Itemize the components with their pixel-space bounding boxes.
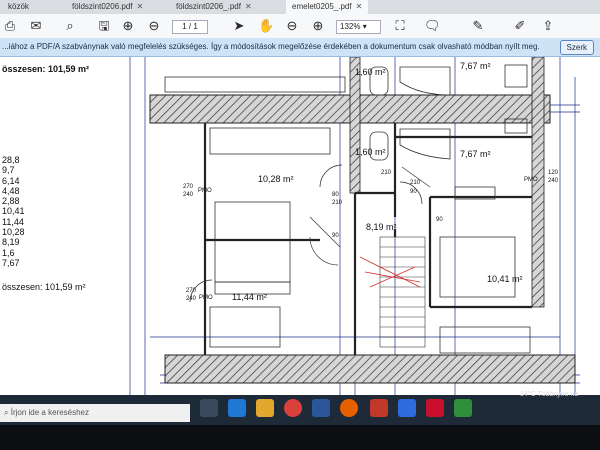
room-area-label: 7,67 m² <box>460 61 491 71</box>
pen-icon[interactable]: ✐ <box>512 18 528 34</box>
room-area-label: 7,67 m² <box>460 149 491 159</box>
tab-label: földszint0206.pdf <box>72 2 133 11</box>
sign-icon[interactable]: ✎ <box>470 18 486 34</box>
weather-widget[interactable]: 34°C Többnyire na <box>520 391 578 398</box>
chrome-icon[interactable] <box>284 399 302 417</box>
info-message: ...iához a PDF/A szabványnak való megfel… <box>2 42 540 51</box>
print-icon[interactable]: ⎙ <box>2 18 18 34</box>
zoom-in-icon[interactable]: ⊕ <box>310 18 326 34</box>
dimension-label: 210 <box>381 170 392 176</box>
cursor-select-icon[interactable]: ➤ <box>232 18 246 34</box>
page-total: / 1 <box>188 22 198 31</box>
zoom-value: 132% <box>340 22 361 31</box>
dimension-label: 120 <box>548 170 559 176</box>
total-area-bottom: összesen: 101,59 m² <box>2 282 86 292</box>
dimension-label: 90 <box>436 217 443 223</box>
tab-label: földszint0206_.pdf <box>176 2 241 11</box>
dimension-label: 80 <box>332 192 339 198</box>
area-value: 6,14 <box>2 175 20 186</box>
firefox-icon[interactable] <box>340 399 358 417</box>
taskbar-search[interactable]: ⌕ Írjon ide a kereséshez <box>0 404 190 422</box>
stair-direction-lines <box>359 256 421 288</box>
tab-bar: közök földszint0206.pdf ✕ földszint0206_.… <box>0 0 600 14</box>
edit-button[interactable]: Szerk <box>559 40 594 55</box>
page-number-input[interactable]: 1 / 1 <box>172 20 208 34</box>
tab-foldszint0206-copy[interactable]: földszint0206_.pdf ✕ <box>170 0 258 14</box>
dimension-label: 210 <box>410 180 421 186</box>
area-value: 1,6 <box>2 247 15 258</box>
page-current: 1 <box>182 22 187 31</box>
close-icon[interactable]: ✕ <box>356 2 363 11</box>
search-icon[interactable]: ⌕ <box>62 18 78 34</box>
read-only-info-bar: ...iához a PDF/A szabványnak való megfel… <box>0 38 600 57</box>
fit-page-icon[interactable]: ⛶ <box>392 18 408 34</box>
dimension-label: 90 <box>332 233 339 239</box>
dimension-label: 240 <box>548 178 559 184</box>
zoom-out-icon[interactable]: ⊖ <box>284 18 300 34</box>
page-up-icon[interactable]: ⊕ <box>120 18 136 34</box>
area-value: 4,48 <box>2 185 20 196</box>
dimension-label: 270 <box>183 184 194 190</box>
total-area-top: összesen: 101,59 m² <box>2 64 90 74</box>
area-value: 10,28 <box>2 227 25 238</box>
dimension-label: 90 <box>410 189 417 195</box>
monitor-bezel <box>0 425 600 450</box>
area-list: 28,8 9,7 6,14 4,48 2,88 10,41 11,44 10,2… <box>2 155 25 268</box>
area-value: 10,41 <box>2 206 25 217</box>
mail-app-icon[interactable] <box>398 399 416 417</box>
dimension-label: 240 <box>186 296 197 302</box>
area-value: 9,7 <box>2 165 15 176</box>
zoom-select[interactable]: 132% ▾ <box>336 20 381 34</box>
dimension-label: 270 <box>186 288 197 294</box>
hand-tool-icon[interactable]: ✋ <box>258 18 274 34</box>
stairs <box>379 236 426 348</box>
document-page: összesen: 101,59 m² 28,8 9,7 6,14 4,48 2… <box>0 57 600 395</box>
tab-kozok[interactable]: közök <box>2 0 35 14</box>
close-icon[interactable]: ✕ <box>245 2 252 11</box>
close-icon[interactable]: ✕ <box>137 2 144 11</box>
area-value: 11,44 <box>2 216 24 227</box>
floor-plan <box>129 57 580 395</box>
hatched-walls <box>149 57 576 384</box>
dimension-label: PMO <box>198 188 212 194</box>
weather-text: 34°C Többnyire na <box>520 391 579 398</box>
page-down-icon[interactable]: ⊖ <box>146 18 162 34</box>
tab-label: emelet0205_.pdf <box>292 2 352 11</box>
tab-emelet0205[interactable]: emelet0205_.pdf ✕ <box>286 0 369 14</box>
area-value: 8,19 <box>2 237 20 248</box>
dimension-label: 240 <box>183 192 194 198</box>
room-area-label: 1,60 m² <box>355 147 386 157</box>
file-explorer-icon[interactable] <box>256 399 274 417</box>
tab-foldszint0206[interactable]: földszint0206.pdf ✕ <box>66 0 149 14</box>
word-icon[interactable] <box>312 399 330 417</box>
area-value: 2,88 <box>2 196 20 207</box>
acrobat-icon[interactable] <box>426 399 444 417</box>
room-area-label: 10,41 m² <box>487 274 523 284</box>
dimension-label: PMO <box>199 295 213 301</box>
mail-icon[interactable]: ✉ <box>28 18 44 34</box>
room-area-label: 11,44 m² <box>232 292 267 302</box>
search-placeholder: Írjon ide a kereséshez <box>10 408 89 417</box>
area-value: 28,8 <box>2 155 20 165</box>
task-view-icon[interactable] <box>200 399 218 417</box>
pdf-viewer-screen: közök földszint0206.pdf ✕ földszint0206_.… <box>0 0 600 450</box>
app-icon[interactable] <box>454 399 472 417</box>
dimension-label: PMO <box>524 177 538 183</box>
search-icon: ⌕ <box>4 408 9 417</box>
edge-icon[interactable] <box>228 399 246 417</box>
area-value: 7,67 <box>2 257 20 268</box>
share-icon[interactable]: ⇪ <box>540 18 556 34</box>
room-area-label: 8,19 m² <box>366 222 397 232</box>
dimension-label: 210 <box>332 200 343 206</box>
room-area-label: 10,28 m² <box>258 174 294 184</box>
save-icon[interactable]: 🖫 <box>96 18 112 34</box>
room-area-label: 1,60 m² <box>355 67 386 77</box>
toolbar: ⎙ ✉ ⌕ 🖫 ⊕ ⊖ 1 / 1 ➤ ✋ ⊖ ⊕ 132% ▾ ⛶ 🗨 ✎ ✐… <box>0 14 600 39</box>
app-icon[interactable] <box>370 399 388 417</box>
tab-label: közök <box>8 2 29 11</box>
comment-icon[interactable]: 🗨 <box>424 18 441 34</box>
